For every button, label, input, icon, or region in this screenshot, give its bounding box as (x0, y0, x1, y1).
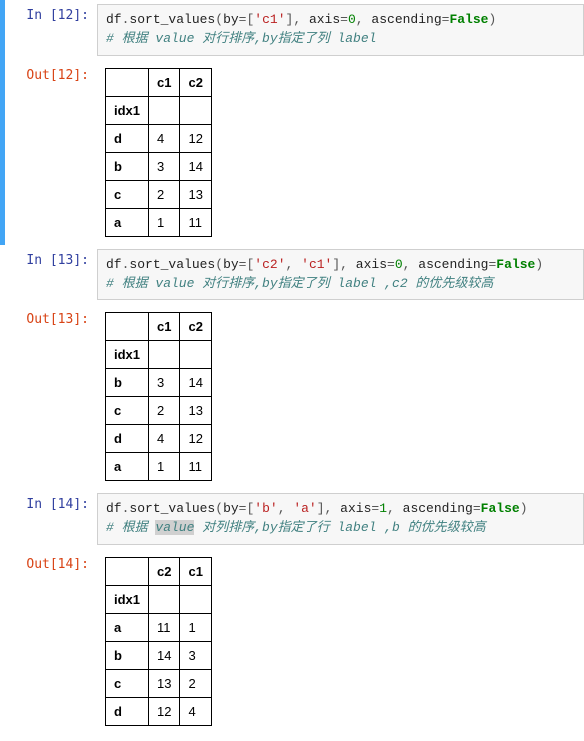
table-row: a111 (106, 453, 212, 481)
col-header: c2 (180, 313, 211, 341)
cell-value: 2 (149, 180, 180, 208)
code-input[interactable]: df.sort_values(by=['c2', 'c1'], axis=0, … (97, 249, 584, 301)
row-index: c (106, 397, 149, 425)
row-index: a (106, 208, 149, 236)
cell-value: 14 (180, 152, 211, 180)
table-row: c213 (106, 180, 212, 208)
table-row: b314 (106, 152, 212, 180)
code-input[interactable]: df.sort_values(by=['c1'], axis=0, ascend… (97, 4, 584, 56)
table-row: d412 (106, 124, 212, 152)
table-row: a111 (106, 208, 212, 236)
table-row: b143 (106, 642, 212, 670)
table-corner (106, 313, 149, 341)
table-row: c213 (106, 397, 212, 425)
out-prompt: Out[12]: (5, 64, 97, 87)
col-header: c1 (149, 313, 180, 341)
cell-value: 12 (149, 698, 180, 726)
output-area: c1c2idx1b314c213d412a111 (97, 308, 220, 485)
cell-value: 4 (149, 124, 180, 152)
table-row: d412 (106, 425, 212, 453)
index-name: idx1 (106, 96, 149, 124)
row-index: a (106, 614, 149, 642)
cell-value: 2 (180, 670, 211, 698)
row-index: b (106, 152, 149, 180)
row-index: b (106, 369, 149, 397)
notebook-cell: In [12]:df.sort_values(by=['c1'], axis=0… (0, 0, 584, 245)
cell-value: 4 (180, 698, 211, 726)
table-corner (106, 68, 149, 96)
cell-value: 13 (180, 397, 211, 425)
output-area: c2c1idx1a111b143c132d124 (97, 553, 220, 730)
table-row: c132 (106, 670, 212, 698)
notebook-cell: In [13]:df.sort_values(by=['c2', 'c1'], … (0, 245, 584, 490)
notebook-cell: In [14]:df.sort_values(by=['b', 'a'], ax… (0, 489, 584, 734)
cell-value: 12 (180, 124, 211, 152)
col-header: c2 (180, 68, 211, 96)
table-row: b314 (106, 369, 212, 397)
cell-value: 14 (149, 642, 180, 670)
output-area: c1c2idx1d412b314c213a111 (97, 64, 220, 241)
output-dataframe: c1c2idx1b314c213d412a111 (105, 312, 212, 481)
output-dataframe: c2c1idx1a111b143c132d124 (105, 557, 212, 726)
out-prompt: Out[13]: (5, 308, 97, 331)
cell-value: 3 (180, 642, 211, 670)
cell-value: 4 (149, 425, 180, 453)
cell-value: 11 (149, 614, 180, 642)
output-dataframe: c1c2idx1d412b314c213a111 (105, 68, 212, 237)
in-prompt: In [14]: (5, 493, 97, 516)
cell-value: 13 (149, 670, 180, 698)
row-index: d (106, 698, 149, 726)
table-row: a111 (106, 614, 212, 642)
col-header: c2 (149, 558, 180, 586)
in-prompt: In [13]: (5, 249, 97, 272)
cell-value: 12 (180, 425, 211, 453)
row-index: c (106, 670, 149, 698)
col-header: c1 (149, 68, 180, 96)
cell-value: 11 (180, 453, 211, 481)
row-index: d (106, 124, 149, 152)
code-input[interactable]: df.sort_values(by=['b', 'a'], axis=1, as… (97, 493, 584, 545)
out-prompt: Out[14]: (5, 553, 97, 576)
cell-value: 14 (180, 369, 211, 397)
cell-value: 3 (149, 152, 180, 180)
cell-value: 3 (149, 369, 180, 397)
table-corner (106, 558, 149, 586)
row-index: b (106, 642, 149, 670)
row-index: a (106, 453, 149, 481)
cell-value: 2 (149, 397, 180, 425)
cell-value: 1 (149, 208, 180, 236)
cell-value: 13 (180, 180, 211, 208)
table-row: d124 (106, 698, 212, 726)
cell-value: 11 (180, 208, 211, 236)
cell-value: 1 (149, 453, 180, 481)
index-name: idx1 (106, 586, 149, 614)
cell-value: 1 (180, 614, 211, 642)
row-index: d (106, 425, 149, 453)
in-prompt: In [12]: (5, 4, 97, 27)
col-header: c1 (180, 558, 211, 586)
row-index: c (106, 180, 149, 208)
index-name: idx1 (106, 341, 149, 369)
